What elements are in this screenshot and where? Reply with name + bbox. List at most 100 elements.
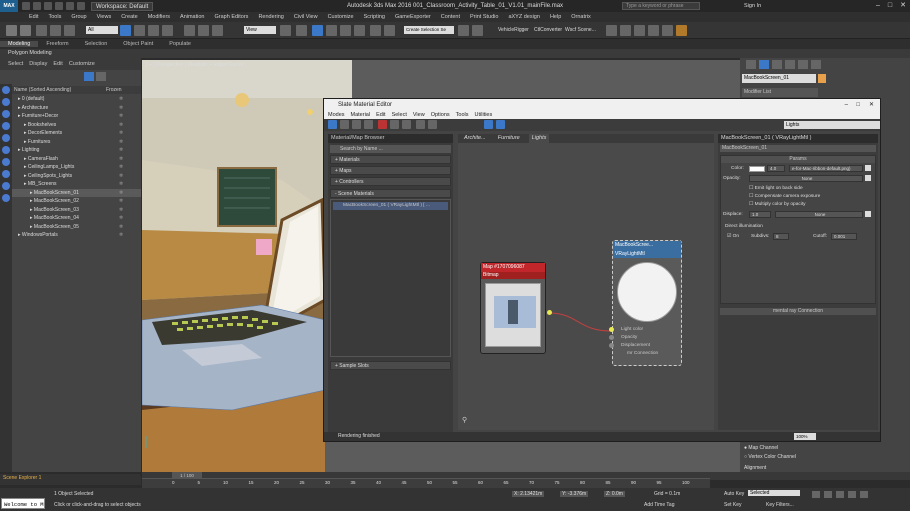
scene-material-item[interactable]: MacBookScreen_01 ( VRayLightMtl ) [ ...	[333, 202, 448, 210]
frozen-toggle-icon[interactable]: ❄	[119, 129, 123, 138]
tree-expand-icon[interactable]: ▸	[12, 113, 22, 119]
scale-icon[interactable]	[212, 25, 223, 36]
menu-item[interactable]: aXYZ design	[503, 14, 545, 20]
tree-expand-icon[interactable]: ▸	[12, 198, 34, 204]
set-key-button[interactable]: Set Key	[724, 502, 742, 508]
open-icon[interactable]	[33, 2, 41, 10]
frozen-toggle-icon[interactable]: ❄	[119, 95, 123, 104]
percent-snap-icon[interactable]	[340, 25, 351, 36]
display-groups-icon[interactable]	[2, 170, 10, 178]
sme-show-bg-icon[interactable]	[416, 120, 425, 129]
frozen-toggle-icon[interactable]: ❄	[119, 231, 123, 240]
tree-expand-icon[interactable]: ▸	[12, 105, 22, 111]
redo-icon[interactable]	[20, 25, 31, 36]
link-icon[interactable]	[36, 25, 47, 36]
play-icon[interactable]	[836, 491, 844, 498]
sme-menu-item[interactable]: Modes	[328, 111, 345, 119]
sme-menu-item[interactable]: Tools	[456, 111, 469, 119]
scene-menu-edit[interactable]: Edit	[53, 61, 62, 67]
tree-row[interactable]: ▸ MB_Screens ❄	[12, 180, 141, 189]
sme-minimize[interactable]: –	[845, 99, 848, 111]
search-input[interactable]: Type a keyword or phrase	[622, 2, 700, 10]
frozen-toggle-icon[interactable]: ❄	[119, 189, 123, 198]
workspace-dropdown[interactable]: Workspace: Default	[91, 1, 154, 11]
selection-filter-dropdown[interactable]: All	[86, 26, 118, 34]
scene-menu-customize[interactable]: Customize	[69, 61, 95, 67]
sme-select-icon[interactable]	[328, 120, 337, 129]
tree-expand-icon[interactable]: ▸	[12, 156, 28, 162]
material-editor-icon[interactable]	[634, 25, 645, 36]
display-helpers-icon[interactable]	[2, 146, 10, 154]
go-start-icon[interactable]	[812, 491, 820, 498]
tree-row[interactable]: ▸ Furnitures ❄	[12, 138, 141, 147]
frozen-toggle-icon[interactable]: ❄	[119, 214, 123, 223]
menu-item[interactable]: Help	[545, 14, 566, 20]
rendered-frame-icon[interactable]	[662, 25, 673, 36]
tree-row[interactable]: ▸ 0 (default) ❄	[12, 95, 141, 104]
snap-icon[interactable]	[312, 25, 323, 36]
displacement-input-pin[interactable]	[609, 343, 614, 348]
menu-item[interactable]: Animation	[175, 14, 209, 20]
viewport-label[interactable]: [ + ] [Perspective ] [Realistic + Edged …	[146, 62, 246, 68]
frozen-toggle-icon[interactable]: ❄	[119, 155, 123, 164]
frozen-toggle-icon[interactable]: ❄	[119, 112, 123, 121]
scene-menu-select[interactable]: Select	[8, 61, 23, 67]
sme-menu-item[interactable]: Options	[431, 111, 450, 119]
tree-row[interactable]: ▸ Lighting ❄	[12, 146, 141, 155]
zoom-field[interactable]: 100%	[794, 433, 816, 440]
layer-icon[interactable]	[458, 25, 469, 36]
tab-object-paint[interactable]: Object Paint	[115, 41, 161, 47]
motion-tab-icon[interactable]	[785, 60, 795, 69]
browser-section-scene-materials[interactable]: - Scene Materials	[330, 189, 451, 198]
prev-frame-icon[interactable]	[824, 491, 832, 498]
named-selection-dropdown[interactable]: Create Selection Se	[404, 26, 454, 34]
browser-section-sample-slots[interactable]: + Sample Slots	[330, 361, 451, 370]
curve-editor-icon[interactable]	[606, 25, 617, 36]
sme-params-toggle-icon[interactable]	[496, 120, 505, 129]
tree-row[interactable]: ▸ Bookshelves ❄	[12, 121, 141, 130]
tree-row[interactable]: ▸ Architecture ❄	[12, 104, 141, 113]
check-emit-back[interactable]: ☐ Emit light on back side	[749, 186, 803, 191]
light-color-input-pin[interactable]	[609, 327, 614, 332]
frozen-toggle-icon[interactable]: ❄	[119, 146, 123, 155]
named-sel-icon[interactable]	[370, 25, 381, 36]
slot-mr-connection[interactable]: mr Connection	[613, 350, 681, 357]
frozen-toggle-icon[interactable]: ❄	[119, 104, 123, 113]
tree-expand-icon[interactable]: ▸	[12, 190, 34, 196]
select-icon[interactable]	[120, 25, 131, 36]
layer-explorer-icon[interactable]	[84, 72, 94, 81]
tree-expand-icon[interactable]: ▸	[12, 215, 34, 221]
browser-section-controllers[interactable]: + Controllers	[330, 177, 451, 186]
sme-pick-icon[interactable]	[340, 120, 349, 129]
frozen-toggle-icon[interactable]: ❄	[119, 172, 123, 181]
object-name-field[interactable]: MacBookScreen_01	[742, 74, 816, 83]
check-compensate-exposure[interactable]: ☐ Compensate camera exposure	[749, 194, 820, 199]
browser-search-input[interactable]: Search by Name ...	[330, 145, 451, 153]
color-swatch[interactable]	[749, 166, 765, 172]
key-mode-dropdown[interactable]: Selected	[748, 490, 800, 496]
tree-row[interactable]: ▸ CeilingLamps_Lights ❄	[12, 163, 141, 172]
menu-item[interactable]: Rendering	[253, 14, 288, 20]
sme-move-children-icon[interactable]	[390, 120, 399, 129]
menu-item[interactable]: Civil View	[289, 14, 323, 20]
sme-menu-item[interactable]: Utilities	[475, 111, 493, 119]
modify-tab-icon[interactable]	[759, 60, 769, 69]
display-bones-icon[interactable]	[2, 194, 10, 202]
tree-expand-icon[interactable]: ▸	[12, 224, 34, 230]
schematic-icon[interactable]	[620, 25, 631, 36]
menu-item[interactable]: Graph Editors	[210, 14, 254, 20]
menu-item[interactable]: Tools	[43, 14, 66, 20]
menu-item[interactable]: Views	[92, 14, 117, 20]
plugin-wscf[interactable]: Wscf Scene...	[565, 27, 596, 33]
sme-layout-icon[interactable]	[428, 120, 437, 129]
tree-row[interactable]: ▸ WindowsPortals ❄	[12, 231, 141, 240]
tree-expand-icon[interactable]: ▸	[12, 207, 34, 213]
color-multiplier[interactable]: 4.0	[767, 165, 785, 172]
frozen-toggle-icon[interactable]: ❄	[119, 223, 123, 232]
slot-light-color[interactable]: Light color	[613, 326, 681, 334]
render-icon[interactable]	[676, 25, 687, 36]
menu-item[interactable]: Customize	[323, 14, 359, 20]
scene-menu-display[interactable]: Display	[29, 61, 47, 67]
tree-expand-icon[interactable]: ▸	[12, 173, 28, 179]
sme-put-icon[interactable]	[352, 120, 361, 129]
